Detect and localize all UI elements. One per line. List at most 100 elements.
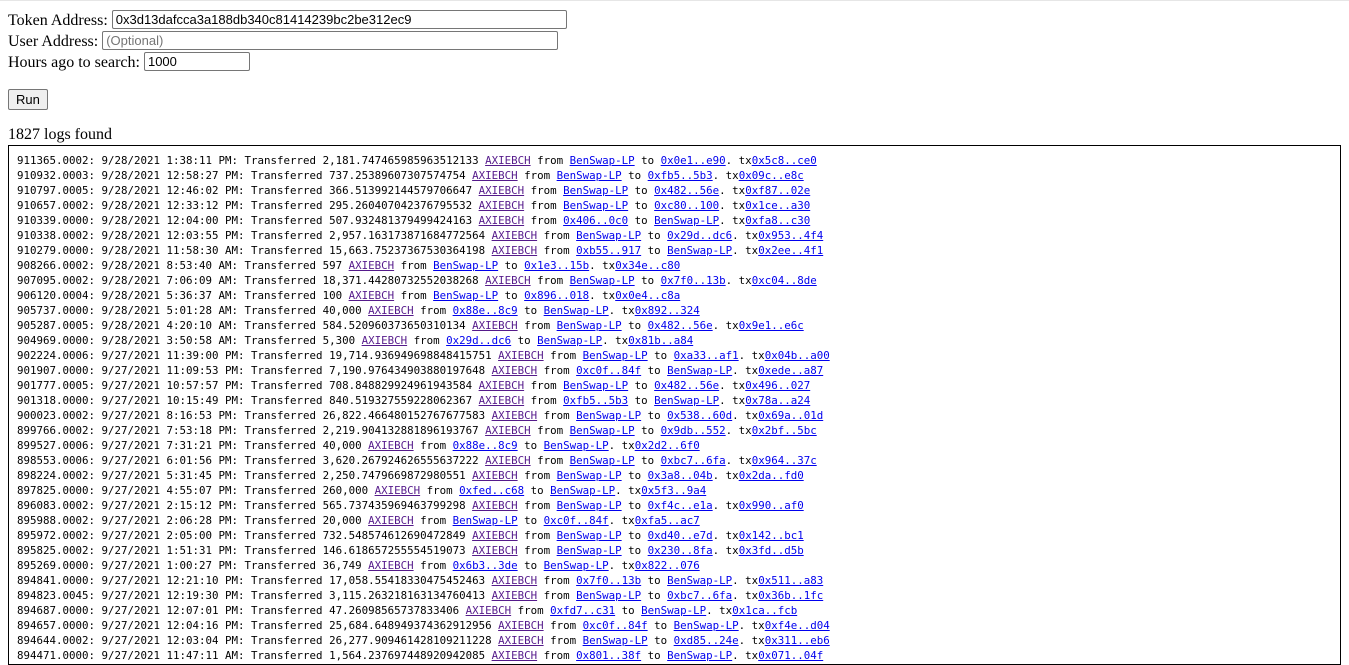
log-from-link[interactable]: BenSwap-LP — [576, 229, 641, 242]
hours-ago-input[interactable] — [143, 52, 250, 71]
log-token-link[interactable]: AXIEBCH — [485, 154, 531, 167]
log-token-link[interactable]: AXIEBCH — [368, 559, 414, 572]
log-token-link[interactable]: AXIEBCH — [472, 319, 518, 332]
log-token-link[interactable]: AXIEBCH — [485, 274, 531, 287]
log-to-link[interactable]: 0xbc7..6fa — [667, 589, 732, 602]
log-tx-link[interactable]: 0x5f3..9a4 — [641, 484, 706, 497]
log-tx-link[interactable]: 0x34e..c80 — [615, 259, 680, 272]
log-from-link[interactable]: BenSwap-LP — [433, 289, 498, 302]
log-to-link[interactable]: 0x3a8..04b — [648, 469, 713, 482]
log-token-link[interactable]: AXIEBCH — [498, 349, 544, 362]
log-output[interactable]: 911365.0002: 9/28/2021 1:38:11 PM: Trans… — [8, 145, 1341, 665]
log-token-link[interactable]: AXIEBCH — [349, 259, 395, 272]
log-from-link[interactable]: BenSwap-LP — [570, 274, 635, 287]
log-from-link[interactable]: BenSwap-LP — [557, 469, 622, 482]
log-to-link[interactable]: BenSwap-LP — [654, 214, 719, 227]
log-token-link[interactable]: AXIEBCH — [492, 229, 538, 242]
log-to-link[interactable]: 0xa33..af1 — [674, 349, 739, 362]
log-token-link[interactable]: AXIEBCH — [368, 514, 414, 527]
log-token-link[interactable]: AXIEBCH — [349, 289, 395, 302]
log-from-link[interactable]: 0xb55..917 — [576, 244, 641, 257]
log-token-link[interactable]: AXIEBCH — [362, 334, 408, 347]
log-from-link[interactable]: BenSwap-LP — [557, 544, 622, 557]
log-token-link[interactable]: AXIEBCH — [492, 649, 538, 662]
log-to-link[interactable]: 0xc0f..84f — [544, 514, 609, 527]
log-tx-link[interactable]: 0x511..a83 — [758, 574, 823, 587]
log-to-link[interactable]: 0x7f0..13b — [661, 274, 726, 287]
log-tx-link[interactable]: 0x9e1..e6c — [739, 319, 804, 332]
log-to-link[interactable]: BenSwap-LP — [667, 649, 732, 662]
log-tx-link[interactable]: 0x2da..fd0 — [739, 469, 804, 482]
log-to-link[interactable]: 0xfb5..5b3 — [648, 169, 713, 182]
log-to-link[interactable]: 0x29d..dc6 — [667, 229, 732, 242]
log-tx-link[interactable]: 0x1ca..fcb — [732, 604, 797, 617]
log-to-link[interactable]: 0x482..56e — [654, 184, 719, 197]
log-token-link[interactable]: AXIEBCH — [485, 424, 531, 437]
log-tx-link[interactable]: 0x496..027 — [745, 379, 810, 392]
log-tx-link[interactable]: 0x953..4f4 — [758, 229, 823, 242]
log-token-link[interactable]: AXIEBCH — [479, 199, 525, 212]
log-tx-link[interactable]: 0xf4e..d04 — [765, 619, 830, 632]
log-to-link[interactable]: 0x0e1..e90 — [661, 154, 726, 167]
log-from-link[interactable]: 0xfed..c68 — [459, 484, 524, 497]
log-from-link[interactable]: BenSwap-LP — [583, 634, 648, 647]
log-token-link[interactable]: AXIEBCH — [492, 574, 538, 587]
log-token-link[interactable]: AXIEBCH — [479, 184, 525, 197]
log-token-link[interactable]: AXIEBCH — [492, 364, 538, 377]
log-to-link[interactable]: BenSwap-LP — [544, 304, 609, 317]
log-to-link[interactable]: 0xc80..100 — [654, 199, 719, 212]
log-token-link[interactable]: AXIEBCH — [498, 619, 544, 632]
log-tx-link[interactable]: 0x2d2..6f0 — [635, 439, 700, 452]
log-token-link[interactable]: AXIEBCH — [472, 529, 518, 542]
log-tx-link[interactable]: 0x09c..e8c — [739, 169, 804, 182]
log-from-link[interactable]: BenSwap-LP — [576, 409, 641, 422]
log-from-link[interactable]: 0x6b3..3de — [453, 559, 518, 572]
log-from-link[interactable]: 0x88e..8c9 — [453, 304, 518, 317]
log-tx-link[interactable]: 0x964..37c — [752, 454, 817, 467]
log-to-link[interactable]: 0x896..018 — [524, 289, 589, 302]
log-tx-link[interactable]: 0x04b..a00 — [765, 349, 830, 362]
log-from-link[interactable]: BenSwap-LP — [557, 169, 622, 182]
log-from-link[interactable]: BenSwap-LP — [570, 424, 635, 437]
log-to-link[interactable]: 0x1e3..15b — [524, 259, 589, 272]
log-to-link[interactable]: BenSwap-LP — [550, 484, 615, 497]
log-to-link[interactable]: 0x230..8fa — [648, 544, 713, 557]
log-from-link[interactable]: BenSwap-LP — [583, 349, 648, 362]
run-button[interactable]: Run — [8, 89, 48, 110]
log-tx-link[interactable]: 0x3fd..d5b — [739, 544, 804, 557]
log-token-link[interactable]: AXIEBCH — [466, 604, 512, 617]
log-tx-link[interactable]: 0x81b..a84 — [628, 334, 693, 347]
log-tx-link[interactable]: 0x2ee..4f1 — [758, 244, 823, 257]
log-from-link[interactable]: BenSwap-LP — [563, 379, 628, 392]
log-to-link[interactable]: BenSwap-LP — [667, 574, 732, 587]
log-to-link[interactable]: 0x9db..552 — [661, 424, 726, 437]
log-to-link[interactable]: 0xd40..e7d — [648, 529, 713, 542]
log-token-link[interactable]: AXIEBCH — [485, 454, 531, 467]
log-to-link[interactable]: 0x482..56e — [654, 379, 719, 392]
log-to-link[interactable]: BenSwap-LP — [544, 439, 609, 452]
log-to-link[interactable]: BenSwap-LP — [654, 394, 719, 407]
log-to-link[interactable]: BenSwap-LP — [674, 619, 739, 632]
log-from-link[interactable]: BenSwap-LP — [563, 199, 628, 212]
log-tx-link[interactable]: 0x892..324 — [635, 304, 700, 317]
log-from-link[interactable]: 0x7f0..13b — [576, 574, 641, 587]
log-from-link[interactable]: BenSwap-LP — [433, 259, 498, 272]
log-tx-link[interactable]: 0x69a..01d — [758, 409, 823, 422]
log-token-link[interactable]: AXIEBCH — [492, 244, 538, 257]
log-to-link[interactable]: BenSwap-LP — [667, 244, 732, 257]
log-to-link[interactable]: 0xd85..24e — [674, 634, 739, 647]
log-tx-link[interactable]: 0xede..a87 — [758, 364, 823, 377]
log-tx-link[interactable]: 0x78a..a24 — [745, 394, 810, 407]
log-to-link[interactable]: 0xf4c..e1a — [648, 499, 713, 512]
log-tx-link[interactable]: 0x990..af0 — [739, 499, 804, 512]
log-token-link[interactable]: AXIEBCH — [479, 214, 525, 227]
log-from-link[interactable]: 0x29d..dc6 — [446, 334, 511, 347]
log-to-link[interactable]: 0x538..60d — [667, 409, 732, 422]
log-tx-link[interactable]: 0xf87..02e — [745, 184, 810, 197]
log-tx-link[interactable]: 0x142..bc1 — [739, 529, 804, 542]
log-token-link[interactable]: AXIEBCH — [479, 379, 525, 392]
log-from-link[interactable]: BenSwap-LP — [570, 154, 635, 167]
log-to-link[interactable]: BenSwap-LP — [537, 334, 602, 347]
user-address-input[interactable] — [102, 31, 559, 50]
log-token-link[interactable]: AXIEBCH — [472, 544, 518, 557]
